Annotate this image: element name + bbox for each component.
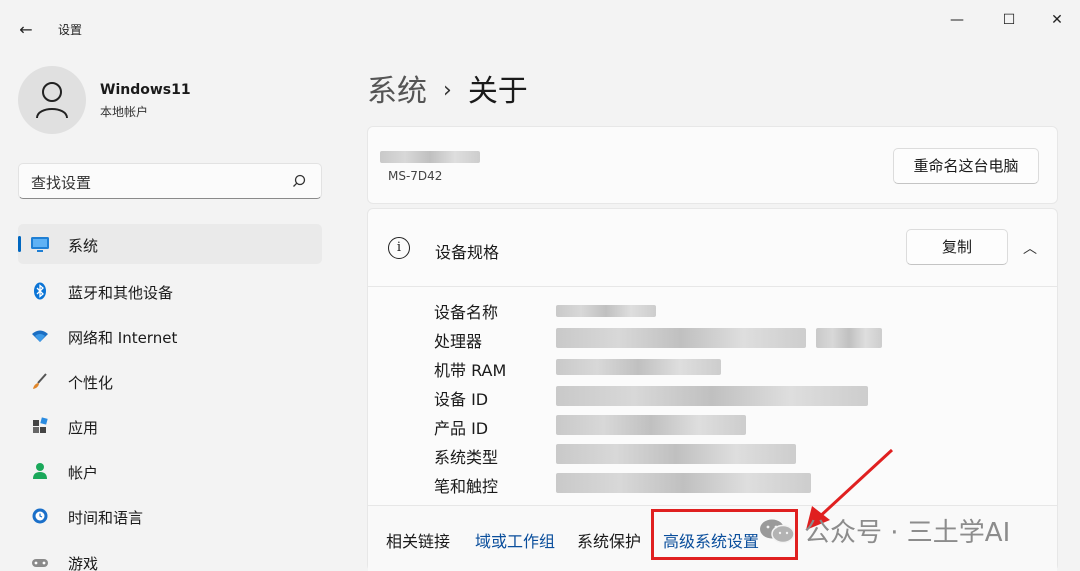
- redacted-value: [556, 305, 656, 317]
- spec-label: 处理器: [434, 332, 483, 351]
- gamepad-icon: [32, 559, 48, 567]
- device-name-card: MS-7D42 重命名这台电脑: [367, 126, 1058, 204]
- copy-button[interactable]: 复制: [906, 229, 1008, 265]
- spec-row-pen-touch: 笔和触控: [434, 471, 1034, 497]
- redacted-device-name: [380, 151, 480, 163]
- maximize-button[interactable]: ☐: [986, 6, 1032, 34]
- redacted-value: [816, 328, 882, 348]
- breadcrumb: 系统 › 关于: [367, 66, 528, 110]
- system-icon: [31, 237, 49, 252]
- user-icon: [36, 82, 68, 119]
- sidebar-item-label: 应用: [68, 419, 99, 437]
- back-arrow-icon[interactable]: ←: [14, 18, 38, 42]
- breadcrumb-parent[interactable]: 系统: [367, 74, 427, 109]
- redacted-value: [556, 328, 806, 348]
- sidebar-item-label: 个性化: [68, 374, 114, 392]
- redacted-value: [556, 359, 721, 375]
- info-icon: i: [388, 237, 410, 259]
- sidebar-item-label: 蓝牙和其他设备: [68, 284, 174, 302]
- close-button[interactable]: ✕: [1034, 6, 1080, 34]
- page-title: 关于: [467, 74, 528, 109]
- sidebar-item-apps[interactable]: 应用: [18, 406, 322, 446]
- avatar[interactable]: [18, 66, 86, 134]
- bluetooth-icon: [34, 282, 46, 300]
- user-name: Windows11: [100, 82, 191, 98]
- spec-label: 机带 RAM: [434, 361, 507, 380]
- rename-pc-button[interactable]: 重命名这台电脑: [893, 148, 1039, 184]
- active-indicator: [18, 236, 21, 252]
- sidebar-item-bluetooth[interactable]: 蓝牙和其他设备: [18, 271, 322, 311]
- redacted-value: [556, 444, 796, 464]
- apps-icon: [33, 417, 48, 433]
- spec-label: 系统类型: [434, 448, 499, 467]
- redacted-value: [556, 415, 746, 435]
- search-placeholder: 查找设置: [31, 174, 92, 192]
- watermark: 公众号 · 三土学AI: [758, 512, 1010, 548]
- spec-label: 设备 ID: [434, 390, 489, 409]
- spec-row-ram: 机带 RAM: [434, 355, 1034, 381]
- specs-title: 设备规格: [435, 243, 500, 262]
- device-model: MS-7D42: [388, 169, 443, 183]
- account-icon: [33, 463, 47, 479]
- globe-clock-icon: [32, 508, 48, 524]
- sidebar-item-label: 游戏: [68, 555, 99, 571]
- redacted-value: [556, 386, 868, 406]
- breadcrumb-separator: ›: [443, 78, 452, 103]
- redacted-value: [556, 473, 811, 493]
- spec-row-processor: 处理器: [434, 326, 1034, 352]
- title-bar: ← 设置 — ☐ ✕: [0, 0, 1080, 40]
- spec-label: 笔和触控: [434, 477, 499, 496]
- sidebar-item-accounts[interactable]: 帐户: [18, 451, 322, 491]
- sidebar-item-network[interactable]: 网络和 Internet: [18, 316, 322, 356]
- app-title: 设置: [58, 23, 83, 37]
- account-type: 本地帐户: [100, 105, 149, 119]
- spec-label: 设备名称: [434, 303, 499, 322]
- sidebar-item-label: 网络和 Internet: [68, 329, 178, 347]
- sidebar-item-label: 帐户: [68, 464, 99, 482]
- user-profile[interactable]: Windows11 本地帐户: [18, 66, 318, 136]
- spec-row-product-id: 产品 ID: [434, 413, 1034, 439]
- sidebar-item-gaming[interactable]: 游戏: [18, 542, 322, 571]
- brush-icon: [33, 373, 47, 389]
- wifi-icon: [32, 330, 48, 342]
- spec-label: 产品 ID: [434, 419, 489, 438]
- sidebar-item-system[interactable]: 系统: [18, 224, 322, 264]
- spec-row-system-type: 系统类型: [434, 442, 1034, 468]
- wechat-icon: [760, 519, 795, 544]
- minimize-button[interactable]: —: [934, 6, 980, 34]
- search-input[interactable]: 查找设置: [18, 163, 322, 199]
- sidebar-item-personalization[interactable]: 个性化: [18, 361, 322, 401]
- spec-row-device-name: 设备名称: [434, 297, 1034, 323]
- domain-workgroup-link[interactable]: 域或工作组: [475, 528, 555, 552]
- spec-row-device-id: 设备 ID: [434, 384, 1034, 410]
- sidebar-item-label: 系统: [68, 237, 99, 255]
- sidebar-item-time-language[interactable]: 时间和语言: [18, 496, 322, 536]
- system-protection-link[interactable]: 系统保护: [577, 528, 641, 552]
- sidebar-item-label: 时间和语言: [68, 509, 144, 527]
- chevron-up-icon[interactable]: ︿: [1022, 238, 1038, 258]
- search-icon: [293, 174, 306, 187]
- related-links-label: 相关链接: [386, 532, 451, 551]
- watermark-text: 公众号 · 三土学AI: [804, 518, 1011, 548]
- specs-header[interactable]: i 设备规格 复制 ︿: [368, 209, 1057, 287]
